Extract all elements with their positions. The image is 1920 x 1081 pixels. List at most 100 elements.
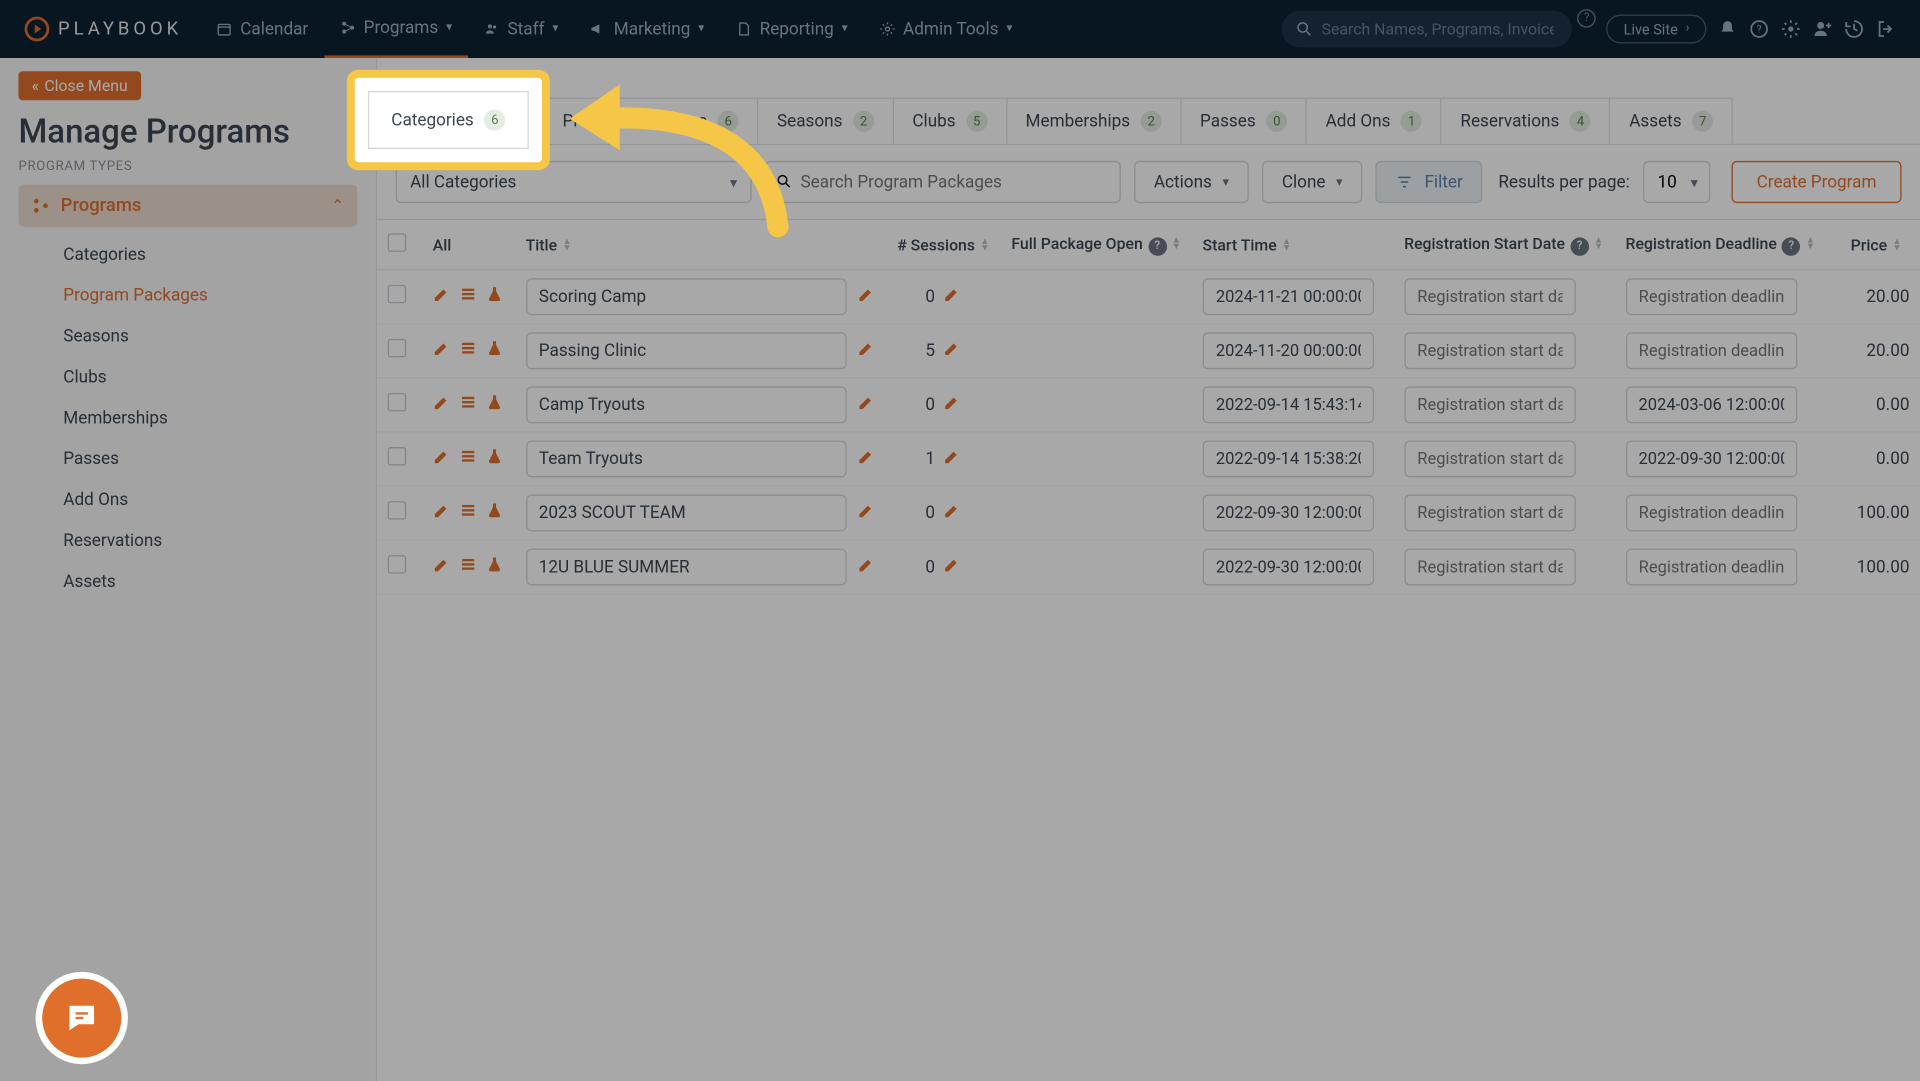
title-input[interactable]	[526, 332, 847, 369]
open-edit-icon[interactable]	[857, 555, 875, 579]
reg-deadline-input[interactable]	[1625, 332, 1796, 369]
live-site-button[interactable]: Live Site›	[1606, 15, 1706, 44]
sidebar-item-add-ons[interactable]: Add Ons	[18, 480, 357, 521]
tab-memberships[interactable]: Memberships2	[1007, 98, 1181, 144]
tab-add-ons[interactable]: Add Ons1	[1307, 98, 1442, 144]
logout-icon[interactable]	[1875, 18, 1896, 39]
start-time-input[interactable]	[1203, 386, 1374, 423]
start-time-input[interactable]	[1203, 332, 1374, 369]
clone-button[interactable]: Clone▾	[1262, 161, 1362, 203]
close-menu-button[interactable]: «Close Menu	[18, 71, 140, 100]
reg-deadline-input[interactable]	[1625, 386, 1796, 423]
help-icon[interactable]: ?	[1148, 237, 1166, 255]
package-search-input[interactable]	[765, 161, 1121, 203]
tab-assets[interactable]: Assets7	[1611, 98, 1733, 144]
start-time-input[interactable]	[1203, 495, 1374, 532]
row-checkbox[interactable]	[388, 339, 406, 357]
edit-sessions-icon[interactable]	[943, 555, 961, 579]
reg-start-input[interactable]	[1404, 278, 1575, 315]
sidebar-item-assets[interactable]: Assets	[18, 562, 357, 603]
sidebar-item-passes[interactable]: Passes	[18, 439, 357, 480]
row-checkbox[interactable]	[388, 285, 406, 303]
create-program-button[interactable]: Create Program	[1732, 161, 1902, 203]
actions-button[interactable]: Actions▾	[1134, 161, 1249, 203]
col-reg-deadline[interactable]: Registration Deadline?▲▼	[1615, 220, 1827, 269]
reg-deadline-input[interactable]	[1625, 440, 1796, 477]
title-input[interactable]	[526, 386, 847, 423]
reg-start-input[interactable]	[1404, 332, 1575, 369]
nav-admin-tools[interactable]: Admin Tools▾	[864, 0, 1029, 58]
help-icon[interactable]: ?	[1782, 237, 1800, 255]
sidebar-item-clubs[interactable]: Clubs	[18, 357, 357, 398]
flask-icon[interactable]	[486, 501, 504, 525]
row-checkbox[interactable]	[388, 555, 406, 573]
col-sessions[interactable]: # Sessions▲▼	[886, 220, 1000, 269]
reg-start-input[interactable]	[1404, 549, 1575, 586]
edit-sessions-icon[interactable]	[943, 339, 961, 363]
edit-icon[interactable]	[433, 447, 451, 471]
sidebar-item-reservations[interactable]: Reservations	[18, 521, 357, 562]
start-time-input[interactable]	[1203, 440, 1374, 477]
sidebar-item-memberships[interactable]: Memberships	[18, 398, 357, 439]
nav-reporting[interactable]: Reporting▾	[720, 0, 863, 58]
bell-icon[interactable]	[1717, 18, 1738, 39]
open-edit-icon[interactable]	[857, 447, 875, 471]
flask-icon[interactable]	[486, 393, 504, 417]
nav-calendar[interactable]: Calendar	[201, 0, 324, 58]
tab-clubs[interactable]: Clubs5	[894, 98, 1007, 144]
flask-icon[interactable]	[486, 555, 504, 579]
reg-start-input[interactable]	[1404, 440, 1575, 477]
col-all[interactable]: All	[422, 220, 515, 269]
edit-sessions-icon[interactable]	[943, 501, 961, 525]
nav-staff[interactable]: Staff▾	[468, 0, 574, 58]
title-input[interactable]	[526, 549, 847, 586]
sidebar-group-programs[interactable]: Programs ⌃	[18, 185, 357, 227]
nav-programs[interactable]: Programs▾	[324, 0, 468, 58]
reg-deadline-input[interactable]	[1625, 549, 1796, 586]
select-all-checkbox[interactable]	[388, 233, 406, 251]
sidebar-item-categories[interactable]: Categories	[18, 235, 357, 276]
reg-deadline-input[interactable]	[1625, 495, 1796, 532]
edit-icon[interactable]	[433, 339, 451, 363]
edit-sessions-icon[interactable]	[943, 447, 961, 471]
tab-seasons[interactable]: Seasons2	[758, 98, 893, 144]
col-price[interactable]: Price▲▼	[1827, 220, 1920, 269]
list-icon[interactable]	[459, 501, 477, 525]
flask-icon[interactable]	[486, 339, 504, 363]
open-edit-icon[interactable]	[857, 285, 875, 309]
title-input[interactable]	[526, 495, 847, 532]
edit-icon[interactable]	[433, 555, 451, 579]
edit-icon[interactable]	[433, 285, 451, 309]
col-reg-start[interactable]: Registration Start Date?▲▼	[1394, 220, 1615, 269]
row-checkbox[interactable]	[388, 447, 406, 465]
start-time-input[interactable]	[1203, 549, 1374, 586]
rpp-select[interactable]: 10	[1643, 161, 1710, 203]
edit-icon[interactable]	[433, 393, 451, 417]
open-edit-icon[interactable]	[857, 501, 875, 525]
open-edit-icon[interactable]	[857, 393, 875, 417]
col-start-time[interactable]: Start Time▲▼	[1192, 220, 1394, 269]
filter-button[interactable]: Filter	[1376, 161, 1483, 203]
list-icon[interactable]	[459, 447, 477, 471]
flask-icon[interactable]	[486, 285, 504, 309]
tab-reservations[interactable]: Reservations4	[1442, 98, 1611, 144]
col-full-package[interactable]: Full Package Open?▲▼	[1000, 220, 1192, 269]
settings-icon[interactable]	[1780, 18, 1801, 39]
sidebar-item-seasons[interactable]: Seasons	[18, 316, 357, 357]
reg-deadline-input[interactable]	[1625, 278, 1796, 315]
col-title[interactable]: Title▲▼	[515, 220, 886, 269]
help-icon[interactable]: ?	[1577, 9, 1595, 27]
list-icon[interactable]	[459, 555, 477, 579]
open-edit-icon[interactable]	[857, 339, 875, 363]
reg-start-input[interactable]	[1404, 495, 1575, 532]
edit-icon[interactable]	[433, 501, 451, 525]
title-input[interactable]	[526, 440, 847, 477]
edit-sessions-icon[interactable]	[943, 285, 961, 309]
tab-program-packages[interactable]: Program Packages6	[544, 98, 758, 144]
nav-marketing[interactable]: Marketing▾	[574, 0, 720, 58]
row-checkbox[interactable]	[388, 501, 406, 519]
tab-categories-highlighted[interactable]: Categories 6	[368, 91, 529, 149]
tab-passes[interactable]: Passes0	[1182, 98, 1308, 144]
list-icon[interactable]	[459, 393, 477, 417]
edit-sessions-icon[interactable]	[943, 393, 961, 417]
